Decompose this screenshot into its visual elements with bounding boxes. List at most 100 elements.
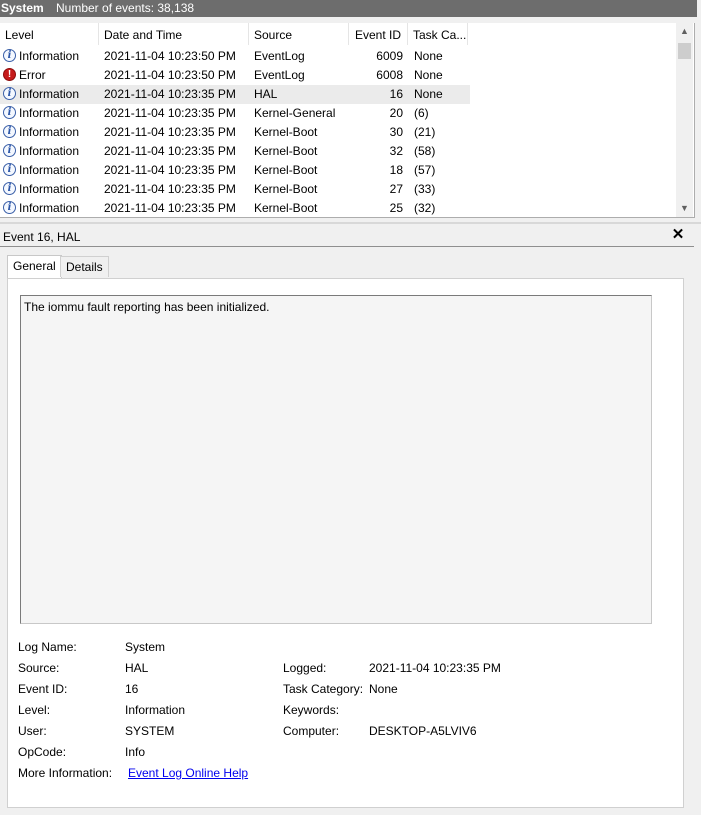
cell-id: 6008: [376, 68, 403, 82]
cell-id: 18: [389, 163, 403, 177]
cell-task: (33): [414, 182, 436, 196]
label-computer: Computer:: [283, 724, 340, 738]
cell-source: EventLog: [254, 49, 305, 63]
cell-task: (21): [414, 125, 436, 139]
info-icon: i: [3, 125, 16, 138]
cell-date: 2021-11-04 10:23:35 PM: [104, 201, 236, 215]
table-row[interactable]: i Information 2021-11-04 10:23:35 PM HAL 16 N…: [0, 85, 470, 104]
table-row[interactable]: i Information 2021-11-04 10:23:35 PM Kernel…: [0, 123, 470, 142]
cell-date: 2021-11-04 10:23:35 PM: [104, 125, 236, 139]
cell-date: 2021-11-04 10:23:35 PM: [104, 144, 236, 158]
cell-date: 2021-11-04 10:23:35 PM: [104, 182, 236, 196]
pane-splitter[interactable]: [0, 222, 701, 224]
table-row[interactable]: i Information 2021-11-04 10:23:35 PM Kernel…: [0, 180, 470, 199]
cell-id: 32: [389, 144, 403, 158]
cell-level: Information: [19, 49, 80, 63]
cell-task: None: [414, 49, 443, 63]
label-opcode: OpCode:: [18, 745, 67, 759]
cell-id: 16: [389, 87, 403, 101]
error-icon: !: [3, 68, 16, 81]
value-event-id: 16: [125, 682, 139, 696]
cell-source: Kernel-Boot: [254, 144, 318, 158]
column-header-task-category[interactable]: Task Ca...: [408, 23, 468, 45]
column-header-date[interactable]: Date and Time: [99, 23, 249, 45]
cell-source: EventLog: [254, 68, 305, 82]
value-log-name: System: [125, 640, 166, 654]
vertical-scrollbar[interactable]: ▲ ▼: [676, 23, 693, 217]
info-icon: i: [3, 182, 16, 195]
label-task-category: Task Category:: [283, 682, 364, 696]
cell-id: 30: [389, 125, 403, 139]
cell-level: Error: [19, 68, 46, 82]
event-list[interactable]: Level Date and Time Source Event ID Task…: [0, 23, 695, 218]
cell-level: Information: [19, 87, 80, 101]
cell-task: (57): [414, 163, 436, 177]
table-row[interactable]: i Information 2021-11-04 10:23:35 PM Kernel…: [0, 161, 470, 180]
value-opcode: Info: [125, 745, 146, 759]
info-icon: i: [3, 87, 16, 100]
label-user: User:: [18, 724, 47, 738]
cell-source: Kernel-Boot: [254, 182, 318, 196]
value-source: HAL: [125, 661, 149, 675]
event-description-box[interactable]: The iommu fault reporting has been initi…: [20, 295, 652, 624]
table-row[interactable]: ! Error 2021-11-04 10:23:50 PM EventLog 6008…: [0, 66, 470, 85]
value-level: Information: [125, 703, 186, 717]
tab-details[interactable]: Details: [60, 256, 109, 277]
cell-level: Information: [19, 201, 80, 215]
cell-level: Information: [19, 125, 80, 139]
label-event-id: Event ID:: [18, 682, 68, 696]
tab-general[interactable]: General: [7, 255, 62, 278]
detail-title: Event 16, HAL: [3, 230, 81, 244]
log-title-bar: System Number of events: 38,138: [0, 0, 697, 17]
detail-header: Event 16, HAL ✕: [0, 226, 694, 247]
label-level: Level:: [18, 703, 51, 717]
event-description: The iommu fault reporting has been initi…: [24, 300, 270, 314]
cell-source: Kernel-Boot: [254, 125, 318, 139]
cell-date: 2021-11-04 10:23:50 PM: [104, 49, 236, 63]
event-log-online-help-link[interactable]: Event Log Online Help: [128, 766, 248, 780]
cell-id: 27: [389, 182, 403, 196]
cell-date: 2021-11-04 10:23:35 PM: [104, 163, 236, 177]
cell-level: Information: [19, 106, 80, 120]
column-header-source[interactable]: Source: [249, 23, 349, 45]
cell-source: HAL: [254, 87, 278, 101]
scroll-up-icon[interactable]: ▲: [676, 23, 693, 40]
cell-id: 25: [389, 201, 403, 215]
general-tab-panel: The iommu fault reporting has been initi…: [7, 278, 684, 808]
value-task-category: None: [369, 682, 398, 696]
cell-task: (32): [414, 201, 436, 215]
label-more-information: More Information:: [18, 766, 113, 780]
cell-date: 2021-11-04 10:23:35 PM: [104, 106, 236, 120]
cell-source: Kernel-General: [254, 106, 336, 120]
log-name: System: [1, 1, 44, 15]
cell-source: Kernel-Boot: [254, 163, 318, 177]
column-header-event-id[interactable]: Event ID: [349, 23, 408, 45]
cell-source: Kernel-Boot: [254, 201, 318, 215]
table-row[interactable]: i Information 2021-11-04 10:23:35 PM Kernel…: [0, 199, 470, 217]
info-icon: i: [3, 201, 16, 214]
info-icon: i: [3, 163, 16, 176]
event-count: Number of events: 38,138: [56, 1, 195, 15]
cell-id: 6009: [376, 49, 403, 63]
table-row[interactable]: i Information 2021-11-04 10:23:50 PM EventL…: [0, 47, 470, 66]
cell-level: Information: [19, 163, 80, 177]
table-row[interactable]: i Information 2021-11-04 10:23:35 PM Kernel…: [0, 104, 470, 123]
table-row[interactable]: i Information 2021-11-04 10:23:35 PM Kernel…: [0, 142, 470, 161]
cell-date: 2021-11-04 10:23:50 PM: [104, 68, 236, 82]
value-user: SYSTEM: [125, 724, 175, 738]
close-icon[interactable]: ✕: [671, 227, 685, 243]
cell-task: (6): [414, 106, 429, 120]
label-source: Source:: [18, 661, 60, 675]
cell-task: None: [414, 87, 443, 101]
cell-id: 20: [389, 106, 403, 120]
cell-task: (58): [414, 144, 436, 158]
cell-level: Information: [19, 182, 80, 196]
scroll-thumb[interactable]: [678, 43, 691, 59]
value-computer: DESKTOP-A5LVIV6: [369, 724, 477, 738]
cell-task: None: [414, 68, 443, 82]
column-header-level[interactable]: Level: [0, 23, 99, 45]
column-header: Level Date and Time Source Event ID Task…: [0, 23, 470, 45]
label-logged: Logged:: [283, 661, 327, 675]
scroll-down-icon[interactable]: ▼: [676, 200, 693, 217]
label-keywords: Keywords:: [283, 703, 340, 717]
